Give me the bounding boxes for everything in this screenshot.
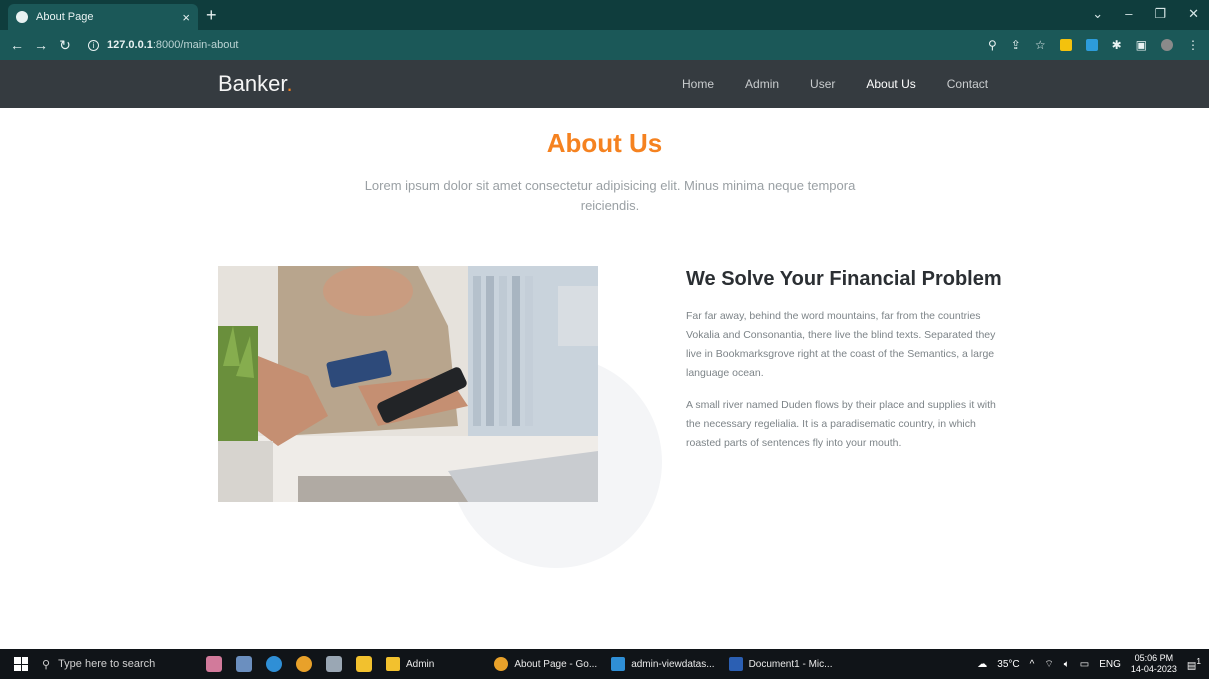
url-path: :8000/main-about [152, 39, 239, 51]
volume-icon[interactable]: 🔈︎ [1064, 659, 1070, 670]
windows-start-icon[interactable] [14, 657, 28, 671]
extension-yellow-icon[interactable] [1059, 39, 1072, 51]
browser-toolbar: ⚲ ⇪ ☆ ✱ ▣ ⋮ [988, 38, 1199, 52]
language-indicator[interactable]: ENG [1099, 659, 1121, 670]
reload-icon[interactable]: ↻ [58, 37, 72, 54]
minimize-icon[interactable]: – [1125, 6, 1132, 22]
calculator-icon[interactable] [236, 656, 252, 672]
side-panel-icon[interactable]: ▣ [1136, 38, 1147, 52]
nav-admin[interactable]: Admin [745, 77, 779, 91]
search-icon: ⚲ [42, 658, 51, 671]
word-icon [728, 657, 743, 671]
clock[interactable]: 05:06 PM 14-04-2023 [1131, 653, 1177, 675]
taskbar-app-chrome[interactable]: About Page - Go... [494, 657, 597, 671]
brand-dot: . [286, 71, 293, 96]
taskbar-app-vscode-label: admin-viewdatas... [631, 658, 715, 670]
site-header: Banker. Home Admin User About Us Contact [0, 60, 1209, 108]
section-paragraph-1: Far far away, behind the word mountains,… [686, 310, 996, 379]
new-tab-icon[interactable]: + [206, 6, 217, 24]
brand-logo[interactable]: Banker. [218, 71, 293, 97]
nav-home[interactable]: Home [682, 77, 714, 91]
taskbar-app-admin-label: Admin [406, 658, 435, 670]
browser-menu-icon[interactable]: ⋮ [1187, 38, 1199, 52]
clock-time: 05:06 PM [1134, 653, 1174, 663]
main-nav: Home Admin User About Us Contact [682, 77, 988, 91]
window-controls: ⌄ – ❐ ✕ [1092, 6, 1199, 22]
credit-card-payment-image [218, 266, 598, 502]
folder-icon [386, 657, 400, 671]
site-info-icon[interactable]: i [88, 39, 99, 51]
browser-tab-bar: About Page × + ⌄ – ❐ ✕ [0, 0, 1209, 30]
taskbar-app-admin[interactable]: Admin [386, 657, 434, 671]
forward-icon[interactable]: → [34, 37, 48, 53]
share-icon[interactable]: ⇪ [1011, 38, 1021, 52]
tab-close-icon[interactable]: × [182, 10, 190, 25]
notification-icon[interactable]: ▤1 [1187, 656, 1201, 671]
taskbar-search-placeholder: Type here to search [58, 658, 156, 670]
tab-search-icon[interactable]: ⌄ [1092, 6, 1103, 22]
section-title: We Solve Your Financial Problem [686, 268, 1002, 290]
widgets-icon[interactable] [206, 656, 222, 672]
chrome-window-icon [494, 657, 509, 671]
taskbar-app-word-label: Document1 - Mic... [748, 658, 833, 670]
network-icon[interactable]: ⌔ [1044, 658, 1053, 671]
edge-icon[interactable] [266, 656, 282, 672]
battery-icon[interactable]: ▭ [1080, 659, 1089, 670]
page-title: About Us [546, 128, 663, 158]
nav-user[interactable]: User [810, 77, 835, 91]
page-lead-text: Lorem ipsum dolor sit amet consectetur a… [364, 178, 856, 213]
chrome-icon[interactable] [296, 656, 312, 672]
weather-icon[interactable]: ☁ [977, 659, 987, 670]
profile-avatar-icon[interactable] [1161, 39, 1173, 51]
url-host: 127.0.0.1 [107, 39, 153, 51]
os-taskbar: ⚲ Type here to search Admin About Page -… [0, 649, 1209, 679]
bookmark-star-icon[interactable]: ☆ [1035, 38, 1046, 52]
extension-blue-icon[interactable] [1085, 39, 1098, 51]
brand-name: Banker [218, 71, 287, 96]
weather-temp[interactable]: 35°C [997, 659, 1019, 670]
browser-tab[interactable]: About Page × [8, 4, 198, 30]
zoom-icon[interactable]: ⚲ [988, 38, 997, 52]
tray-chevron-icon[interactable]: ^ [1030, 659, 1035, 670]
nav-about-us[interactable]: About Us [866, 77, 915, 91]
paint-icon[interactable] [326, 656, 342, 672]
tab-title: About Page [36, 11, 94, 23]
system-tray: ☁ 35°C ^ ⌔ 🔈︎ ▭ ENG 05:06 PM 14-04-2023 … [977, 653, 1201, 675]
taskbar-app-word[interactable]: Document1 - Mic... [728, 657, 833, 671]
taskbar-search[interactable]: ⚲ Type here to search [42, 653, 192, 675]
taskbar-app-vscode[interactable]: admin-viewdatas... [611, 657, 715, 671]
notification-count: 1 [1196, 656, 1201, 667]
nav-contact[interactable]: Contact [947, 77, 988, 91]
taskbar-app-chrome-label: About Page - Go... [514, 658, 598, 670]
url-field[interactable]: i 127.0.0.1:8000/main-about [88, 39, 239, 51]
vscode-icon [611, 657, 626, 671]
maximize-icon[interactable]: ❐ [1154, 6, 1166, 22]
sticky-notes-icon[interactable] [356, 656, 372, 672]
page-favicon-icon [16, 11, 28, 23]
close-window-icon[interactable]: ✕ [1188, 6, 1199, 22]
back-icon[interactable]: ← [10, 37, 24, 53]
browser-address-bar: ← → ↻ i 127.0.0.1:8000/main-about ⚲ ⇪ ☆ … [0, 30, 1209, 60]
clock-date: 14-04-2023 [1130, 664, 1177, 674]
extensions-puzzle-icon[interactable]: ✱ [1112, 38, 1122, 52]
section-paragraph-2: A small river named Duden flows by their… [686, 399, 996, 449]
